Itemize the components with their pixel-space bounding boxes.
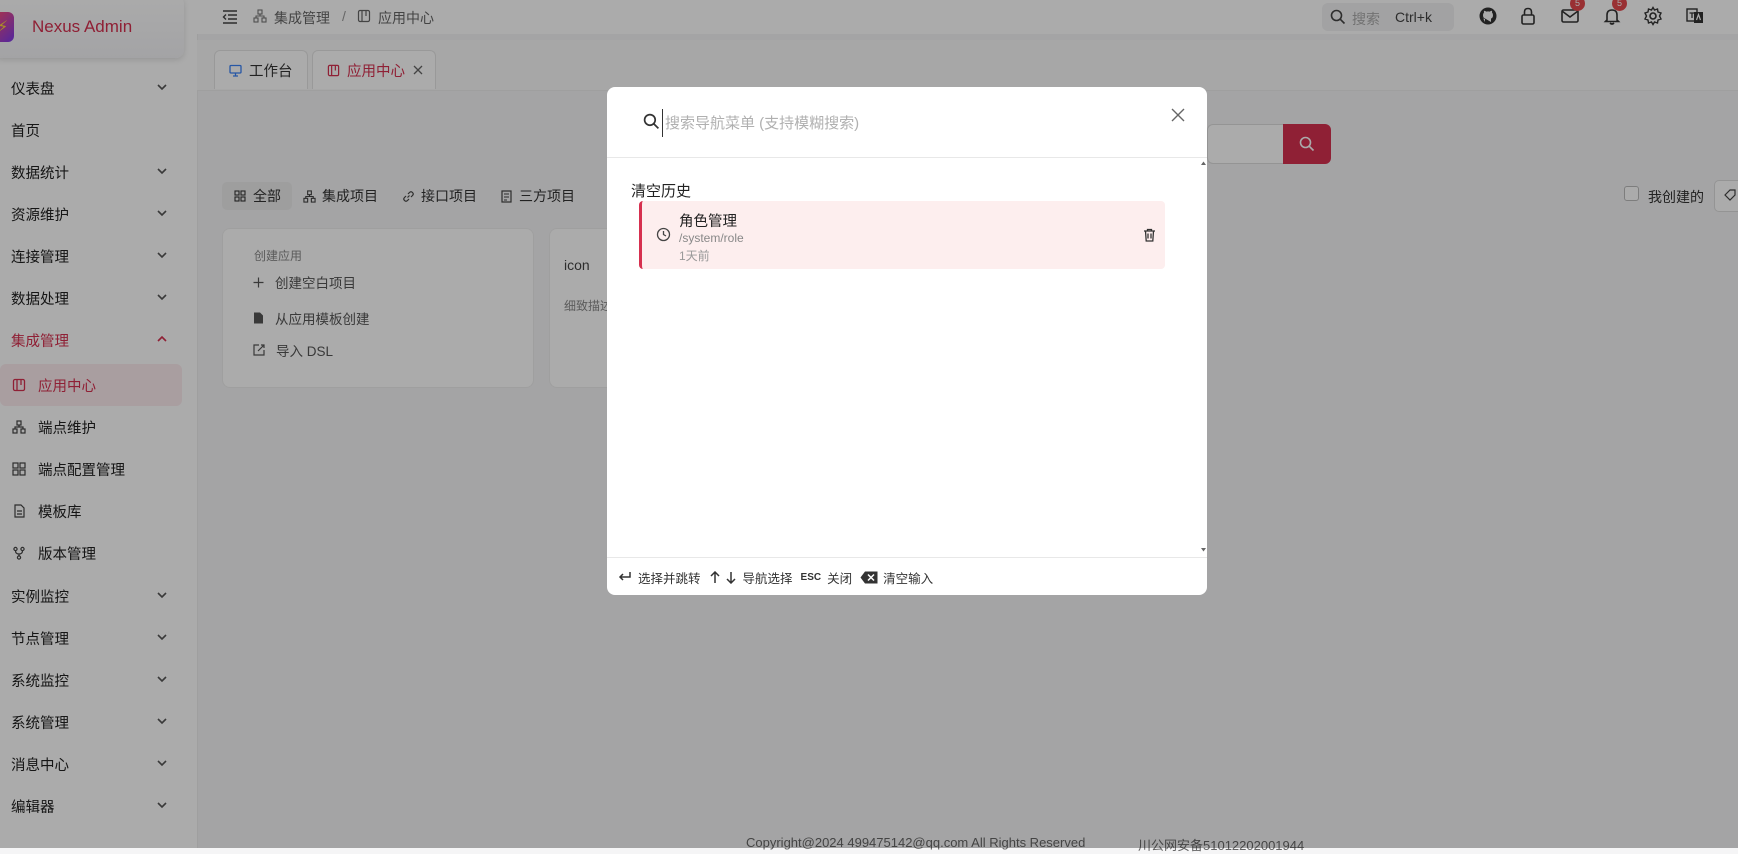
trash-icon[interactable] xyxy=(1143,228,1156,242)
menu-search-input[interactable] xyxy=(662,109,1107,137)
modal-header xyxy=(607,87,1207,158)
enter-key-icon xyxy=(618,572,631,581)
scroll-down-icon[interactable] xyxy=(1200,547,1207,553)
search-menu-modal: 清空历史 角色管理 /system/role 1天前 选择并跳转 导航选择 ES… xyxy=(607,87,1207,595)
modal-footer-hints: 选择并跳转 导航选择 ESC 关闭 清空输入 xyxy=(607,557,1207,595)
backspace-icon xyxy=(860,571,878,583)
history-item[interactable]: 角色管理 /system/role 1天前 xyxy=(639,201,1165,269)
clock-icon xyxy=(656,227,671,242)
hint-clear: 清空输入 xyxy=(860,568,933,587)
hint-esc: ESC 关闭 xyxy=(800,571,853,586)
scroll-up-icon[interactable] xyxy=(1200,160,1207,166)
history-item-path: /system/role xyxy=(679,231,744,245)
history-item-title: 角色管理 xyxy=(679,214,737,230)
hint-navigate: 导航选择 xyxy=(709,568,793,587)
arrow-up-down-icon xyxy=(709,570,736,584)
esc-key-label: ESC xyxy=(800,571,822,583)
hint-enter: 选择并跳转 xyxy=(618,568,701,587)
search-icon xyxy=(643,113,660,130)
close-icon[interactable] xyxy=(1171,108,1185,122)
clear-history-button[interactable]: 清空历史 xyxy=(631,180,691,201)
history-item-time: 1天前 xyxy=(679,249,710,263)
